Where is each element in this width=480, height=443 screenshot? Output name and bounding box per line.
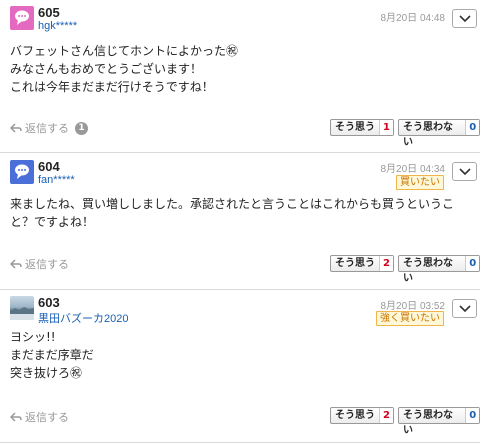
agree-button[interactable]: そう思う 2: [330, 255, 394, 272]
username-link[interactable]: 黒田バズーカ2020: [38, 310, 128, 326]
agree-count: 1: [379, 120, 393, 135]
reply-arrow-icon: [10, 259, 22, 269]
agree-label: そう思う: [335, 122, 375, 133]
reply-label: 返信する: [25, 258, 69, 271]
agree-count: 2: [379, 408, 393, 423]
disagree-count: 0: [465, 120, 479, 135]
agree-button[interactable]: そう思う 2: [330, 407, 394, 424]
disagree-button[interactable]: そう思わない 0: [398, 407, 480, 436]
post-line: これは今年まだまだ行けそうですね！: [10, 80, 214, 94]
agree-count: 2: [379, 256, 393, 271]
sentiment-badge: 強く買いたい: [376, 311, 444, 326]
user-avatar[interactable]: [10, 296, 34, 320]
disagree-label: そう思わない: [403, 410, 453, 436]
user-avatar[interactable]: [10, 6, 34, 30]
post-menu-button[interactable]: [452, 9, 477, 28]
reply-arrow-icon: [10, 123, 22, 133]
sentiment-badge: 買いたい: [396, 175, 444, 190]
landscape-avatar-icon: [10, 307, 34, 320]
post-body: 来ましたね、買い増ししました。承認されたと言うことはこれからも買うというこ と？…: [10, 195, 470, 231]
post-line: ヨシッ!!: [10, 330, 56, 344]
reply-label: 返信する: [25, 411, 69, 424]
post-605: 605 hgk***** 8月20日 04:48 バフェットさん信じてホントによ…: [0, 0, 480, 153]
post-menu-button[interactable]: [452, 299, 477, 318]
reply-button[interactable]: 返信する: [10, 409, 69, 425]
chevron-down-icon: [458, 14, 471, 22]
reply-button[interactable]: 返信する: [10, 256, 69, 272]
post-number: 604: [38, 159, 60, 174]
post-date: 8月20日 04:34: [380, 164, 446, 175]
post-date: 8月20日 04:48: [380, 13, 446, 24]
speech-bubble-avatar-icon: [15, 10, 29, 25]
post-date: 8月20日 03:52: [380, 301, 446, 312]
post-604: 604 fan***** 8月20日 04:34 買いたい 来ましたね、買い増し…: [0, 153, 480, 290]
username-link[interactable]: fan*****: [38, 174, 75, 186]
post-line: みなさんもおめでとうございます！: [10, 62, 203, 76]
post-body: ヨシッ!! まだまだ序章だ 突き抜けろ㊗: [10, 328, 470, 382]
post-line: まだまだ序章だ: [10, 348, 94, 362]
disagree-count: 0: [465, 408, 479, 423]
agree-button[interactable]: そう思う 1: [330, 119, 394, 136]
speech-bubble-avatar-icon: [15, 164, 29, 179]
reply-arrow-icon: [10, 412, 22, 422]
post-603: 603 黒田バズーカ2020 8月20日 03:52 強く買いたい ヨシッ!! …: [0, 290, 480, 443]
post-line: 来ましたね、買い増ししました。承認されたと言うことはこれからも買うというこ: [10, 197, 455, 211]
post-line: バフェットさん信じてホントによかった㊗: [10, 44, 239, 58]
reply-button[interactable]: 返信する 1: [10, 120, 88, 136]
chevron-down-icon: [458, 304, 471, 312]
post-number: 603: [38, 295, 60, 310]
disagree-label: そう思わない: [403, 122, 453, 148]
reply-count-badge: 1: [75, 121, 88, 135]
disagree-count: 0: [465, 256, 479, 271]
disagree-button[interactable]: そう思わない 0: [398, 119, 480, 148]
disagree-button[interactable]: そう思わない 0: [398, 255, 480, 284]
post-line: と？ですよね！: [10, 215, 95, 229]
post-menu-button[interactable]: [452, 162, 477, 181]
post-number: 605: [38, 5, 60, 20]
agree-label: そう思う: [335, 410, 375, 421]
disagree-label: そう思わない: [403, 258, 453, 284]
post-body: バフェットさん信じてホントによかった㊗ みなさんもおめでとうございます！ これは…: [10, 42, 470, 96]
post-line: 突き抜けろ㊗: [10, 366, 83, 380]
reply-label: 返信する: [25, 122, 69, 135]
chevron-down-icon: [458, 167, 471, 175]
user-avatar[interactable]: [10, 160, 34, 184]
agree-label: そう思う: [335, 258, 375, 269]
username-link[interactable]: hgk*****: [38, 20, 77, 32]
